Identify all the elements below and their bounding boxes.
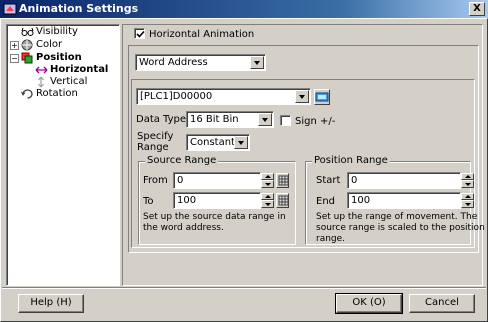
device-address-value: [PLC1]D00000 (140, 91, 213, 102)
address-mode-value: Word Address (139, 57, 208, 68)
tree-item-label: Visibility (36, 26, 78, 37)
to-value: 100 (177, 195, 197, 206)
keypad-icon (278, 195, 289, 206)
address-mode-select[interactable]: Word Address (135, 54, 266, 71)
spin-up-icon[interactable] (261, 193, 274, 200)
source-range-note-line1: Set up the source data range in (143, 212, 286, 222)
specify-range-label-line2: Range (137, 142, 169, 153)
data-type-label: Data Type (136, 114, 187, 125)
title-bar: Animation Settings X (0, 0, 488, 18)
keypad-icon (315, 92, 329, 102)
expand-color-toggle[interactable]: + (10, 41, 19, 50)
collapse-position-toggle[interactable]: − (10, 54, 19, 63)
tree-item-label: Color (36, 39, 63, 50)
start-input[interactable]: 0 (347, 172, 461, 189)
vertical-arrow-icon (35, 76, 47, 88)
end-value: 100 (351, 195, 371, 206)
from-spinner[interactable] (261, 173, 274, 188)
cancel-button[interactable]: Cancel (409, 294, 475, 313)
position-range-title: Position Range (312, 155, 390, 166)
start-label: Start (316, 175, 341, 186)
spin-down-icon[interactable] (261, 200, 274, 208)
from-value: 0 (177, 175, 184, 186)
start-spinner[interactable] (461, 173, 474, 188)
rotation-icon (21, 88, 33, 100)
help-button[interactable]: Help (H) (18, 294, 84, 313)
data-type-value: 16 Bit Bin (190, 114, 239, 125)
end-spinner[interactable] (461, 193, 474, 208)
spin-down-icon[interactable] (461, 180, 474, 188)
chevron-down-icon[interactable] (258, 113, 272, 126)
to-spinner[interactable] (261, 193, 274, 208)
source-range-title: Source Range (145, 155, 219, 166)
position-icon (21, 52, 33, 64)
window-title: Animation Settings (19, 2, 139, 15)
sign-label: Sign +/- (295, 116, 336, 127)
tree-item-label: Vertical (50, 76, 88, 87)
to-keypad-button[interactable] (276, 193, 289, 208)
position-range-note-line3: range. (316, 234, 346, 244)
specify-range-select[interactable]: Constant (186, 134, 250, 151)
end-input[interactable]: 100 (347, 192, 461, 209)
from-keypad-button[interactable] (276, 173, 289, 188)
horizontal-animation-label: Horizontal Animation (149, 29, 255, 40)
chevron-down-icon[interactable] (234, 136, 248, 149)
horizontal-arrow-icon (35, 64, 48, 76)
glasses-icon (21, 26, 34, 38)
from-input[interactable]: 0 (173, 172, 261, 189)
specify-range-value: Constant (190, 137, 235, 148)
start-value: 0 (351, 175, 358, 186)
source-range-note-line2: the word address. (143, 223, 224, 233)
spin-up-icon[interactable] (461, 193, 474, 200)
chevron-down-icon[interactable] (295, 90, 309, 103)
keypad-icon (278, 175, 289, 186)
to-label: To (143, 196, 154, 207)
sign-checkbox[interactable] (280, 115, 291, 126)
settings-tree[interactable]: Visibility + Color − Position Horizontal… (6, 24, 120, 286)
ok-button[interactable]: OK (O) (335, 293, 403, 314)
data-type-select[interactable]: 16 Bit Bin (186, 111, 274, 128)
position-range-note-line2: source range is scaled to the position (316, 223, 485, 233)
tree-item-label: Rotation (36, 88, 78, 99)
tree-item-label: Horizontal (50, 64, 109, 75)
end-label: End (316, 196, 336, 207)
spin-up-icon[interactable] (261, 173, 274, 180)
spin-down-icon[interactable] (461, 200, 474, 208)
horizontal-animation-checkbox[interactable] (134, 28, 145, 39)
to-input[interactable]: 100 (173, 192, 261, 209)
tree-item-label: Position (36, 52, 82, 63)
app-icon (3, 2, 17, 16)
footer-divider (2, 287, 486, 289)
color-icon (21, 39, 33, 51)
spin-down-icon[interactable] (261, 180, 274, 188)
address-input-button[interactable] (314, 89, 330, 105)
specify-range-label-line1: Specify (137, 131, 174, 142)
from-label: From (143, 175, 168, 186)
device-address-select[interactable]: [PLC1]D00000 (136, 88, 311, 105)
spin-up-icon[interactable] (461, 173, 474, 180)
position-range-note-line1: Set up the range of movement. The (316, 212, 478, 222)
close-button[interactable]: X (469, 2, 485, 16)
chevron-down-icon[interactable] (250, 56, 264, 69)
